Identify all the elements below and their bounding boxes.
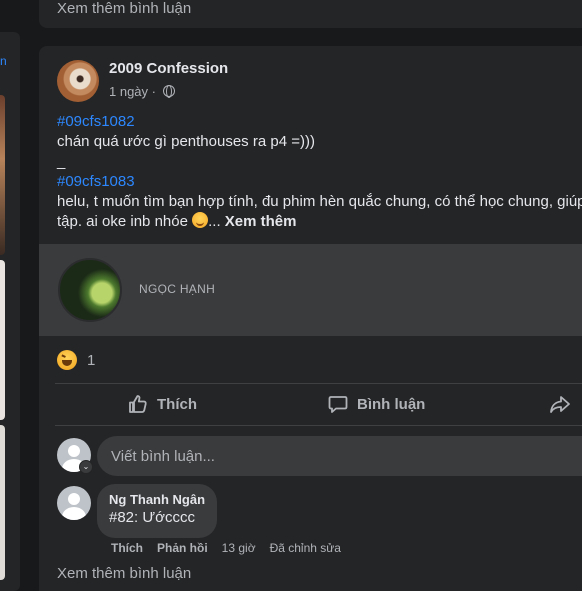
partial-link-icon[interactable]: n [0, 54, 7, 68]
comment-input-placeholder: Viết bình luận... [111, 447, 215, 465]
hashtag-link[interactable]: #09cfs1083 [57, 172, 582, 192]
left-sidebar-sliver: n [0, 32, 20, 591]
post-text-fragment: tập. ai oke inb nhóe [57, 213, 193, 230]
story-thumbnail[interactable] [0, 425, 5, 580]
hashtag-link[interactable]: #09cfs1082 [57, 112, 582, 132]
attachment-avatar[interactable] [58, 258, 122, 322]
shared-attachment[interactable]: NGỌC HẠNH [39, 244, 582, 336]
smiling-emoji-icon [192, 212, 209, 228]
post-text-line: chán quá ước gì penthouses ra p4 =))) [57, 133, 315, 150]
comment-like-button[interactable]: Thích [111, 541, 143, 555]
haha-reaction-icon [57, 350, 77, 370]
comment-label: Bình luận [357, 395, 426, 413]
post-text-line: tập. ai oke inb nhóe ... Xem thêm [57, 212, 582, 232]
post-text-line: helu, t muốn tìm bạn hợp tính, đu phim h… [57, 193, 582, 210]
comment-bubble-icon [328, 396, 348, 413]
see-more-comments-link[interactable]: Xem thêm bình luận [57, 565, 191, 582]
page-avatar[interactable] [57, 60, 99, 102]
comment-input[interactable]: Viết bình luận... [97, 436, 582, 476]
share-button[interactable] [549, 387, 579, 421]
commenter-avatar[interactable] [57, 486, 91, 520]
comment-edited-label: Đã chỉnh sửa [269, 541, 341, 555]
post-actions: Thích Bình luận [55, 387, 582, 421]
reaction-count: 1 [87, 351, 96, 369]
page-name[interactable]: 2009 Confession [109, 60, 228, 77]
thumbs-up-icon [129, 395, 147, 413]
post-time[interactable]: 1 ngày [109, 84, 148, 99]
reactions-summary[interactable]: 1 [57, 348, 95, 372]
post-text: #09cfs1082 chán quá ước gì penthouses ra… [57, 112, 582, 232]
post-card: 2009 Confession 1 ngày · #09cfs1082 chán… [39, 46, 582, 591]
comment-bubble: Ng Thanh Ngân #82: Ướcccc [97, 484, 218, 538]
feed-page: n Xem thêm bình luận 2009 Confession 1 n… [0, 0, 582, 591]
share-arrow-icon [550, 396, 570, 413]
meta-separator: · [148, 84, 160, 99]
previous-post-card: Xem thêm bình luận [39, 0, 582, 28]
see-more-button[interactable]: Xem thêm [225, 213, 297, 230]
ellipsis: ... [208, 213, 225, 230]
divider [55, 425, 582, 426]
comment-reply-button[interactable]: Phản hồi [157, 541, 208, 555]
globe-icon[interactable] [162, 85, 175, 98]
post-meta: 1 ngày · [109, 84, 175, 99]
like-button[interactable]: Thích [127, 387, 197, 421]
comment-time[interactable]: 13 giờ [222, 541, 256, 555]
see-more-comments-link[interactable]: Xem thêm bình luận [57, 0, 191, 17]
comment-text: #82: Ướcccc [109, 509, 196, 526]
comment-button[interactable]: Bình luận [327, 387, 425, 421]
chevron-down-icon[interactable]: ⌄ [79, 460, 93, 474]
comment-author[interactable]: Ng Thanh Ngân [109, 492, 205, 508]
story-thumbnail[interactable] [0, 95, 5, 255]
like-label: Thích [157, 395, 197, 413]
post-text-line: _ [57, 153, 66, 170]
attachment-name[interactable]: NGỌC HẠNH [139, 282, 215, 296]
divider [55, 383, 582, 384]
story-thumbnail[interactable] [0, 260, 5, 420]
comment-actions: Thích Phản hồi 13 giờ Đã chỉnh sửa [111, 541, 341, 555]
